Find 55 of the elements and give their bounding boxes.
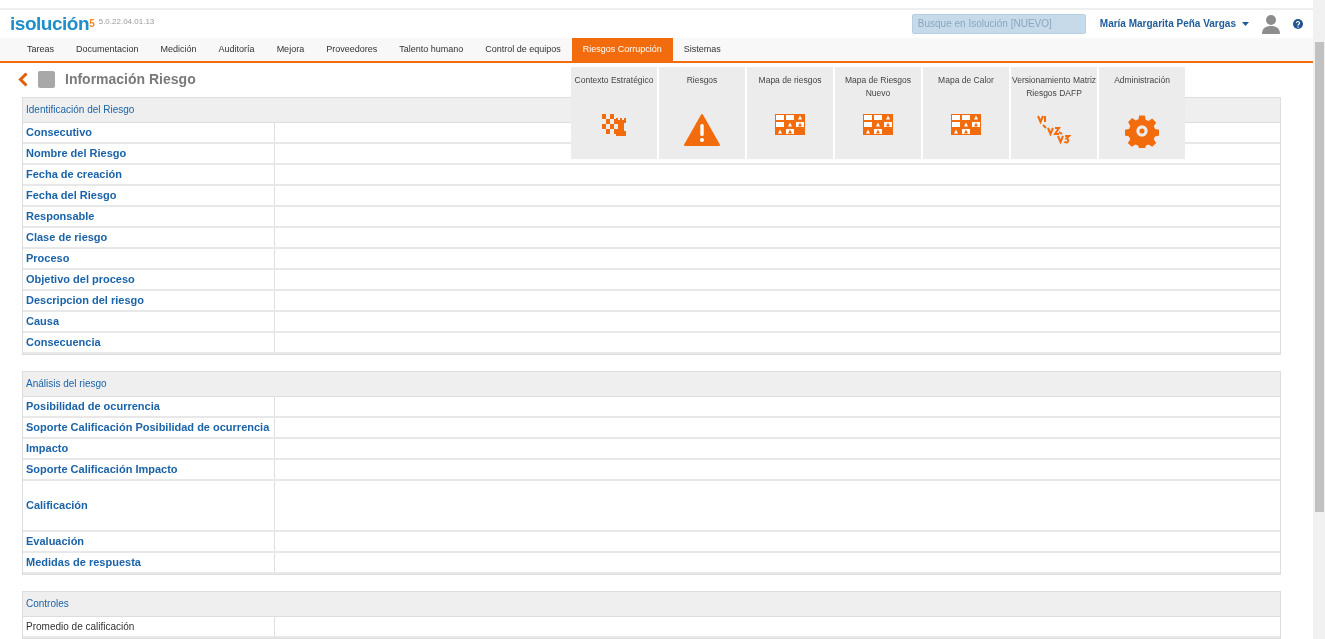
menu-tile[interactable]: Contexto Estratégico [571, 67, 657, 159]
menu-tile[interactable]: Versionamiento Matriz Riesgos DAFP [1011, 67, 1097, 159]
nav-tab[interactable]: Sistemas [672, 37, 732, 61]
nav-tab[interactable]: Auditoría [207, 37, 266, 61]
field-label: Fecha de creación [26, 167, 122, 183]
nav-tab[interactable]: Documentacion [65, 37, 150, 61]
field-label: Soporte Calificación Posibilidad de ocurrencia [26, 420, 270, 436]
field-label: Proceso [26, 251, 70, 267]
versions-icon [1037, 114, 1071, 144]
nav-tab[interactable]: Tareas [16, 37, 65, 61]
search-field[interactable]: Busque en Isolución [NUEVO] [911, 13, 1086, 34]
grid-map-icon [951, 114, 981, 136]
scrollbar[interactable] [1313, 0, 1325, 639]
nav-tab[interactable]: Medición [149, 37, 208, 61]
field-label: Responsable [26, 209, 95, 225]
menu-tile[interactable]: Mapa de Riesgos Nuevo [835, 67, 921, 159]
caret-icon [1242, 21, 1249, 26]
grid-map-icon [863, 114, 893, 136]
field-label: Objetivo del proceso [26, 272, 135, 288]
menu-tile[interactable]: Administración [1099, 67, 1185, 159]
field-label: Evaluación [26, 534, 85, 550]
warning-icon [684, 114, 720, 146]
field-label: Clase de riesgo [26, 230, 108, 246]
record-icon [38, 71, 55, 89]
menu-tile[interactable]: Mapa de riesgos [747, 67, 833, 159]
grid-map-icon [775, 114, 805, 136]
menu-tile[interactable]: Mapa de Calor [923, 67, 1009, 159]
logo-superscript: 5 [89, 16, 95, 29]
nav-tab[interactable]: Mejora [265, 37, 316, 61]
user-avatar-icon[interactable] [1261, 13, 1281, 34]
field-label: Consecutivo [26, 125, 92, 141]
field-label: Soporte Calificación Impacto [26, 462, 178, 478]
field-label: Causa [26, 314, 60, 330]
field-label: Descripcion del riesgo [26, 293, 144, 309]
field-label: Medidas de respuesta [26, 555, 141, 571]
field-label: Impacto [26, 441, 69, 457]
chess-board-icon [602, 114, 626, 136]
section-header: Controles [23, 592, 1280, 617]
field-label: Consecuencia [26, 335, 101, 351]
nav-tab[interactable]: Talento humano [388, 37, 475, 61]
help-icon[interactable] [1293, 18, 1303, 29]
menu-tile[interactable]: Riesgos [659, 67, 745, 159]
field-label: Posibilidad de ocurrencia [26, 399, 160, 415]
nav-tab[interactable]: Proveedores [315, 37, 389, 61]
field-label: Promedio de calificación [26, 620, 135, 634]
app-logo[interactable]: isolución [10, 14, 90, 34]
user-menu-button[interactable]: María Margarita Peña Vargas [1099, 16, 1249, 32]
gear-icon [1125, 114, 1159, 148]
nav-tab[interactable]: Control de equipos [474, 37, 572, 61]
field-label: Calificación [26, 498, 88, 514]
section-header: Análisis del riesgo [23, 372, 1280, 397]
page-title: Información Riesgo [65, 70, 196, 90]
version-text: 5.0.22.04.01.13 [98, 15, 155, 28]
field-label: Nombre del Riesgo [26, 146, 127, 162]
field-label: Fecha del Riesgo [26, 188, 117, 204]
